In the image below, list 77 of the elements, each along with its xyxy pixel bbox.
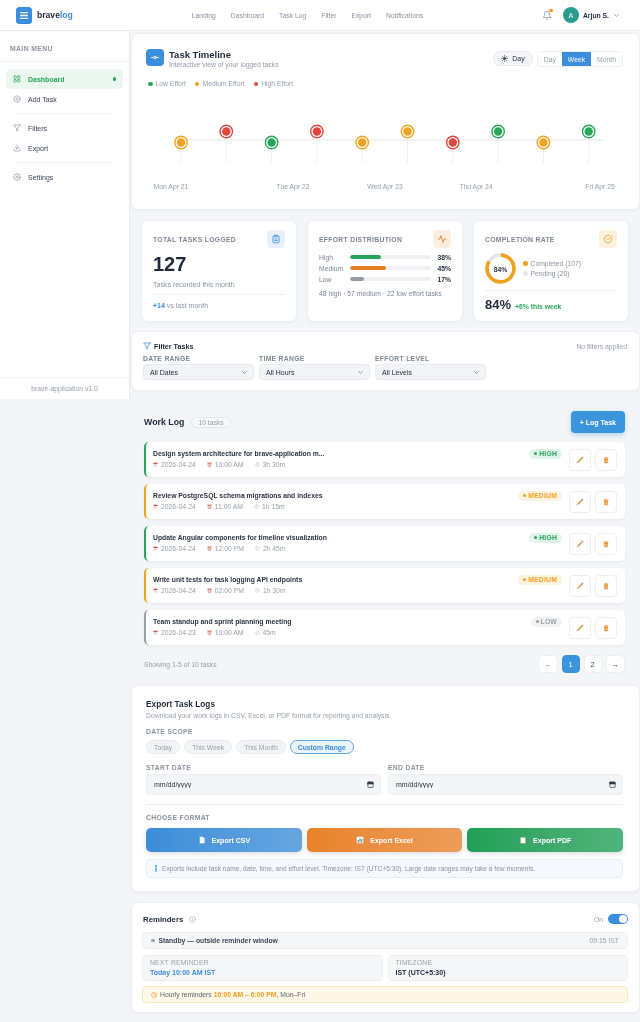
- alarm-clock-icon: [206, 545, 212, 551]
- pencil-icon: [576, 455, 584, 464]
- chevron-down-icon: [358, 370, 363, 374]
- delete-button[interactable]: [595, 574, 617, 597]
- pencil-icon: [576, 539, 584, 548]
- active-dot: [112, 77, 116, 81]
- calendar-icon: [153, 461, 158, 467]
- chevron-down-icon: [242, 370, 247, 374]
- clock-icon: [254, 587, 260, 593]
- delete-button[interactable]: [595, 448, 617, 471]
- timeline-marker[interactable]: [536, 135, 551, 150]
- trash-icon: [602, 455, 610, 464]
- clock-icon: [254, 503, 259, 509]
- commit-icon: [146, 49, 164, 66]
- brand-logo-text: bravelog: [37, 10, 73, 20]
- pencil-icon: [576, 497, 584, 506]
- info-icon: [154, 865, 158, 872]
- edit-button[interactable]: [569, 574, 591, 597]
- edit-button[interactable]: [569, 532, 591, 555]
- toggle-switch[interactable]: [608, 914, 628, 924]
- stat-value: 127: [153, 253, 188, 275]
- pencil-icon: [576, 581, 584, 590]
- clock-icon: [254, 629, 260, 635]
- calendar-icon: [153, 545, 158, 551]
- timeline-marker[interactable]: [310, 124, 324, 139]
- panel-title: Export Task Logs: [146, 699, 216, 710]
- edit-button[interactable]: [569, 616, 591, 639]
- grid-icon: [13, 75, 21, 83]
- timeline-marker[interactable]: [491, 124, 505, 139]
- timeline-marker[interactable]: [445, 135, 460, 150]
- trash-icon: [602, 539, 610, 548]
- calendar-icon: [367, 781, 374, 788]
- edit-button[interactable]: [569, 490, 591, 513]
- menu-icon[interactable]: [16, 6, 32, 24]
- timeline-marker[interactable]: [174, 135, 188, 150]
- sun-icon: [501, 55, 509, 62]
- alarm-clock-icon: [206, 503, 212, 509]
- edit-button[interactable]: [569, 448, 591, 471]
- timeline-marker[interactable]: [264, 135, 279, 150]
- delete-button[interactable]: [595, 616, 617, 639]
- clipboard-icon: [519, 836, 528, 844]
- calendar-icon: [153, 587, 158, 593]
- calendar-icon: [609, 781, 616, 788]
- timeline-marker[interactable]: [355, 135, 370, 150]
- alarm-clock-icon: [206, 461, 212, 467]
- timeline-marker[interactable]: [400, 124, 415, 139]
- settings-icon: [13, 173, 21, 181]
- trash-icon: [602, 581, 610, 590]
- delete-button[interactable]: [595, 490, 617, 513]
- card-title: Task Timeline: [169, 49, 232, 60]
- clock-icon: [254, 545, 260, 551]
- bell-icon[interactable]: [541, 9, 552, 21]
- pulse-icon: [433, 230, 451, 248]
- info-icon: [189, 915, 197, 923]
- pencil-icon: [576, 623, 584, 632]
- bar-chart-icon: [356, 836, 365, 844]
- chevron-down-icon[interactable]: [614, 13, 619, 17]
- alarm-clock-icon: [206, 587, 212, 593]
- document-icon: [197, 836, 206, 844]
- chevron-down-icon: [474, 370, 479, 374]
- timeline-marker[interactable]: [219, 124, 234, 139]
- section-title: Work Log: [144, 417, 185, 427]
- clock-icon: [151, 991, 157, 998]
- delete-button[interactable]: [595, 532, 617, 555]
- calendar-icon: [153, 503, 158, 509]
- filter-icon: [143, 342, 151, 350]
- filter-icon: [13, 124, 21, 132]
- clipboard-icon: [267, 230, 285, 248]
- trash-icon: [602, 623, 610, 632]
- timeline-marker[interactable]: [581, 124, 596, 139]
- stat-value: 84%: [485, 297, 512, 312]
- alarm-clock-icon: [206, 629, 212, 635]
- download-icon: [13, 144, 21, 152]
- clock-icon: [254, 461, 260, 467]
- plus-circle-icon: [13, 95, 21, 103]
- calendar-icon: [153, 629, 158, 635]
- trash-icon: [602, 497, 610, 506]
